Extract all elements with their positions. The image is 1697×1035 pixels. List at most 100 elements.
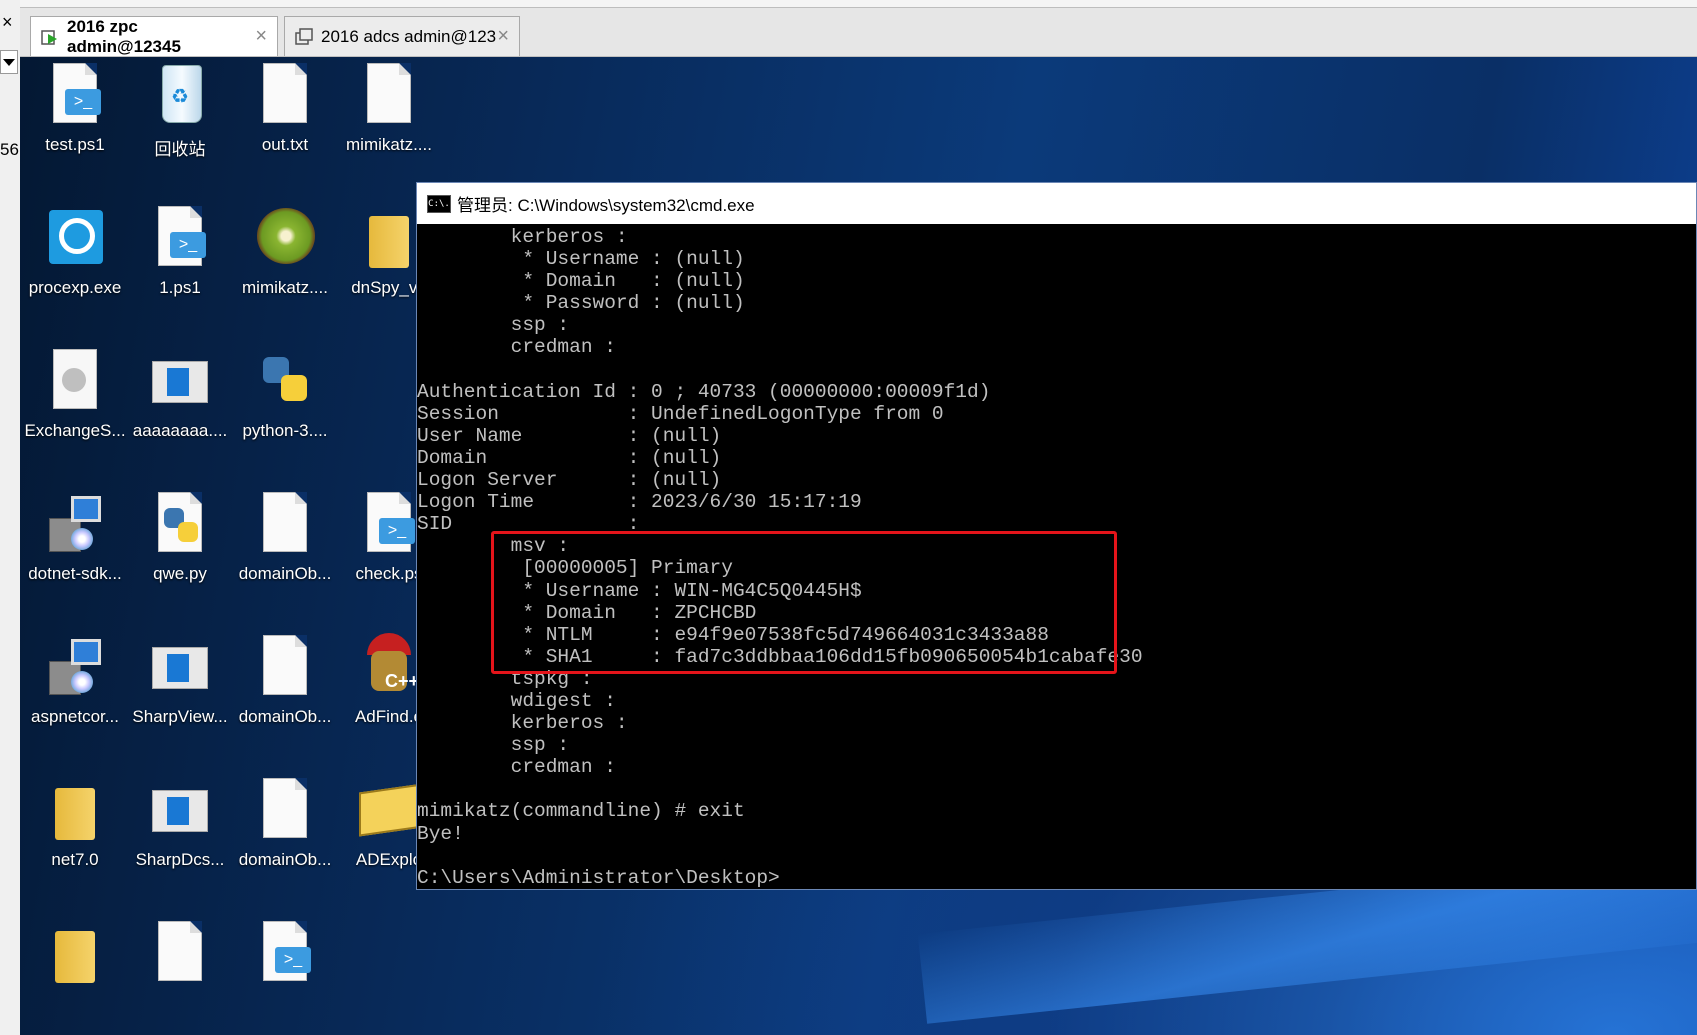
folder-icon xyxy=(357,204,421,272)
desktop-icon-domainob-2[interactable]: domainOb... xyxy=(233,633,337,727)
desktop-icon-test-ps1[interactable]: >_ test.ps1 xyxy=(23,61,127,155)
desktop-icon-label: SharpView... xyxy=(132,707,228,726)
installer-icon xyxy=(43,490,107,558)
folder-icon xyxy=(43,919,107,987)
console-line: kerberos : xyxy=(417,712,628,735)
console-line: User Name : (null) xyxy=(417,424,722,447)
console-line: Session : UndefinedLogonType from 0 xyxy=(417,402,944,425)
desktop-icon-1-ps1[interactable]: >_ 1.ps1 xyxy=(128,204,232,298)
desktop-icon-aaaaaaaa[interactable]: aaaaaaaa.... xyxy=(128,347,232,441)
desktop-icon-label: 回收站 xyxy=(154,140,206,159)
console-line: Logon Time : 2023/6/30 15:17:19 xyxy=(417,491,862,514)
tab-close-icon[interactable]: × xyxy=(497,25,509,48)
powershell-script-icon: >_ xyxy=(357,490,421,558)
cmd-title-bar[interactable]: C:\. 管理员: C:\Windows\system32\cmd.exe xyxy=(417,183,1696,224)
vm-tab-bar: 2016 zpc admin@12345 × 2016 adcs admin@1… xyxy=(20,0,1697,57)
cmd-title: 管理员: C:\Windows\system32\cmd.exe xyxy=(457,196,755,215)
desktop-icon-label: 1.ps1 xyxy=(159,278,201,297)
desktop-icon-mimikatz-exe[interactable]: mimikatz.... xyxy=(233,204,337,298)
console-line: Logon Server : (null) xyxy=(417,469,722,492)
desktop-icon-label: net7.0 xyxy=(51,850,99,869)
python-installer-icon xyxy=(253,347,317,415)
desktop-icon-mimikatz-txt[interactable]: mimikatz.... xyxy=(337,61,441,155)
console-line: SID : xyxy=(417,513,640,536)
desktop-icon-sharpdcsync[interactable]: SharpDcs... xyxy=(128,776,232,870)
desktop-icon-label: aspnetcor... xyxy=(31,707,119,726)
host-dropdown-button[interactable] xyxy=(0,50,18,74)
cmd-console-output[interactable]: kerberos : * Username : (null) * Domain … xyxy=(417,224,1696,889)
host-side-number: 56 xyxy=(0,140,19,159)
desktop-icon-sharpview[interactable]: SharpView... xyxy=(128,633,232,727)
console-line: * NTLM : e94f9e07538fc5d749664031c3433a8… xyxy=(417,623,1049,646)
desktop-icon-label: domainOb... xyxy=(238,564,332,583)
console-line: * Password : (null) xyxy=(417,292,745,315)
text-file-icon xyxy=(253,61,317,129)
desktop-icon-script-partial[interactable]: >_ xyxy=(233,919,337,987)
desktop-icon-out-txt[interactable]: out.txt xyxy=(233,61,337,155)
desktop-icon-label: mimikatz.... xyxy=(346,135,432,154)
text-file-icon xyxy=(253,490,317,558)
desktop-icon-procexp[interactable]: procexp.exe xyxy=(23,204,127,298)
cmd-window[interactable]: C:\. 管理员: C:\Windows\system32\cmd.exe ke… xyxy=(416,182,1697,890)
host-close-icon[interactable]: × xyxy=(2,12,13,33)
tab-2016-adcs[interactable]: 2016 adcs admin@123 × xyxy=(284,16,520,56)
console-line: * Username : (null) xyxy=(417,248,745,271)
text-file-icon xyxy=(357,61,421,129)
console-line: Domain : (null) xyxy=(417,446,722,469)
tab-label: 2016 zpc admin@12345 xyxy=(67,16,181,56)
recycle-bin-icon xyxy=(148,61,212,129)
console-line: * Domain : ZPCHCBD xyxy=(417,601,757,624)
ad-explorer-icon xyxy=(357,776,423,844)
console-line: msv : xyxy=(417,535,570,558)
console-line: credman : xyxy=(417,756,616,779)
desktop-icon-aspnetcore[interactable]: aspnetcor... xyxy=(23,633,127,727)
desktop-icon-net7[interactable]: net7.0 xyxy=(23,776,127,870)
tab-close-icon[interactable]: × xyxy=(255,25,267,48)
desktop-icon-python-installer[interactable]: python-3.... xyxy=(233,347,337,441)
desktop-icon-label: out.txt xyxy=(261,135,309,154)
powershell-script-icon: >_ xyxy=(43,61,107,129)
desktop-icon-dotnet-sdk[interactable]: dotnet-sdk... xyxy=(23,490,127,584)
python-file-icon xyxy=(148,490,212,558)
console-line: [00000005] Primary xyxy=(417,557,733,580)
installer-icon xyxy=(43,633,107,701)
desktop-icon-file-partial[interactable] xyxy=(128,919,232,987)
desktop-icon-folder-partial[interactable] xyxy=(23,919,127,987)
desktop-icon-label: python-3.... xyxy=(242,421,328,440)
process-explorer-icon xyxy=(43,204,107,272)
app-window-icon xyxy=(148,776,212,844)
desktop-icon-domainob-1[interactable]: domainOb... xyxy=(233,490,337,584)
console-line: * Username : WIN-MG4C5Q0445H$ xyxy=(417,579,862,602)
console-line: * SHA1 : fad7c3ddbbaa106dd15fb090650054b… xyxy=(417,645,1143,668)
text-file-icon xyxy=(148,919,212,987)
console-line: mimikatz(commandline) # exit xyxy=(417,800,745,823)
desktop-icon-label: procexp.exe xyxy=(28,278,122,297)
desktop-icon-qwe-py[interactable]: qwe.py xyxy=(128,490,232,584)
app-window-icon xyxy=(148,347,212,415)
desktop-icon-domainob-3[interactable]: domainOb... xyxy=(233,776,337,870)
desktop-icon-label: mimikatz.... xyxy=(242,278,328,297)
desktop-icon-label: aaaaaaaa.... xyxy=(132,421,228,440)
disc-image-icon xyxy=(43,347,107,415)
tab-2016-zpc[interactable]: 2016 zpc admin@12345 × xyxy=(30,16,278,56)
desktop-icon-label: domainOb... xyxy=(238,707,332,726)
console-line: ssp : xyxy=(417,314,570,337)
console-line: tspkg : xyxy=(417,667,593,690)
folder-icon xyxy=(43,776,107,844)
host-sidebar: × 56 xyxy=(0,0,21,1035)
desktop: >_ test.ps1 回收站 out.txt mimikatz.... pro… xyxy=(20,57,1697,1035)
desktop-icon-label: domainOb... xyxy=(238,850,332,869)
desktop-icon-label: test.ps1 xyxy=(45,135,105,154)
app-window-icon xyxy=(148,633,212,701)
console-prompt[interactable]: C:\Users\Administrator\Desktop> xyxy=(417,867,1696,889)
text-file-icon xyxy=(253,633,317,701)
cmd-app-icon: C:\. xyxy=(427,194,451,213)
desktop-icon-label: ExchangeS... xyxy=(24,421,126,440)
desktop-icon-recycle-bin[interactable]: 回收站 xyxy=(128,61,232,160)
console-line: wdigest : xyxy=(417,689,616,712)
desktop-icon-exchange[interactable]: ExchangeS... xyxy=(23,347,127,441)
vm-window-icon xyxy=(295,27,313,46)
console-line: Authentication Id : 0 ; 40733 (00000000:… xyxy=(417,380,991,403)
